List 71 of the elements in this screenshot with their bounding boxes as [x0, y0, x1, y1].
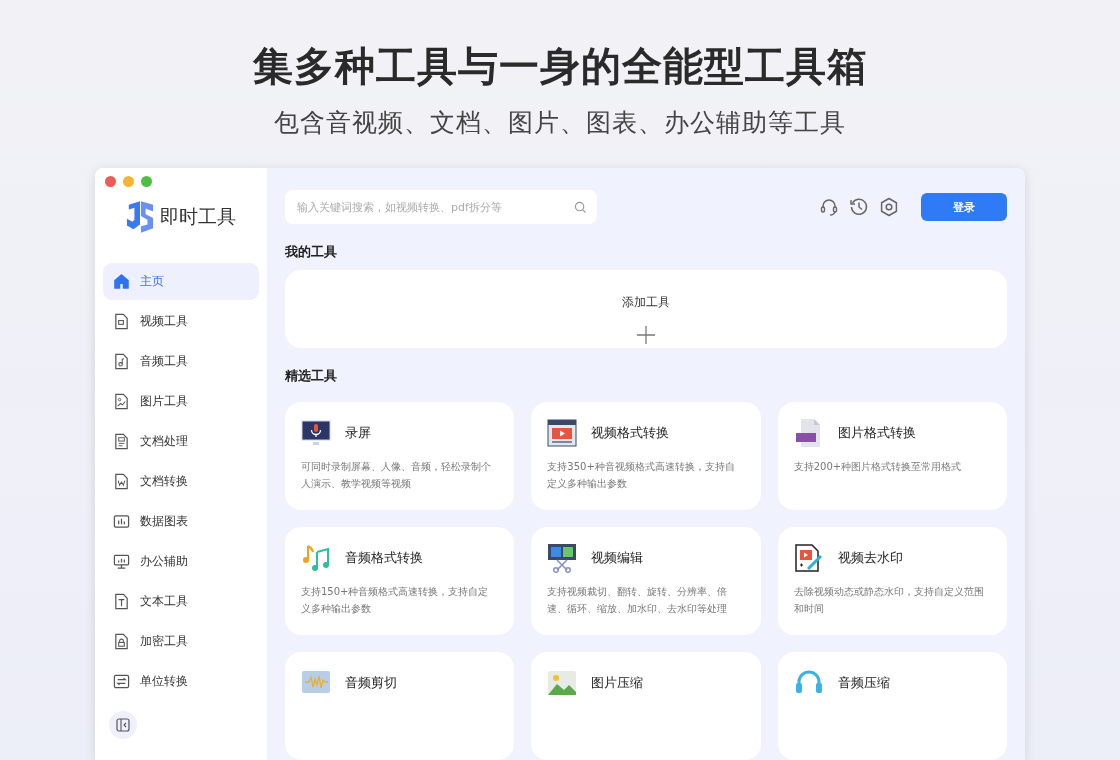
- sidebar-item[interactable]: 文档处理: [103, 423, 259, 460]
- tool-description: 支持视频裁切、翻转、旋转、分辨率、倍速、循环、缩放、加水印、去水印等处理: [547, 585, 729, 616]
- tool-title: 视频去水印: [837, 549, 903, 567]
- screen-recorder-icon: [301, 418, 331, 448]
- document-icon: [113, 393, 130, 410]
- tool-card[interactable]: 视频格式转换 支持350+种音视频格式高速转换，支持自定义多种输出参数: [531, 402, 761, 510]
- film-scissors-icon: [547, 543, 578, 573]
- document-icon: [113, 313, 130, 330]
- tool-description: 支持350+种音视频格式高速转换，支持自定义多种输出参数: [547, 460, 736, 491]
- settings-icon[interactable]: [879, 197, 899, 217]
- history-icon[interactable]: [849, 197, 869, 217]
- tool-title: 图片压缩: [591, 674, 644, 692]
- sidebar-item[interactable]: 办公辅助: [103, 543, 259, 580]
- swap-icon: [113, 673, 130, 690]
- search-icon: [574, 200, 587, 214]
- maximize-icon[interactable]: [141, 176, 152, 187]
- chart-icon: [113, 513, 130, 530]
- music-notes-icon: [301, 543, 331, 573]
- sidebar-item[interactable]: 文本工具: [103, 583, 259, 620]
- plus-icon: [636, 325, 656, 345]
- tool-title: 图片格式转换: [837, 424, 916, 442]
- image-icon: [547, 668, 578, 698]
- tool-title: 视频编辑: [591, 549, 644, 567]
- sidebar-toggle-icon: [116, 718, 130, 732]
- sidebar-item[interactable]: 主页: [103, 263, 259, 300]
- tool-title: 视频格式转换: [591, 424, 670, 442]
- sidebar-item[interactable]: 加密工具: [103, 623, 259, 660]
- sidebar-item[interactable]: 单位转换: [103, 663, 259, 700]
- login-button[interactable]: 登录: [921, 193, 1007, 221]
- tool-title: 音频格式转换: [345, 549, 423, 567]
- add-tool-label: 添加工具: [622, 294, 670, 311]
- home-icon: [113, 273, 130, 290]
- tool-card[interactable]: 音频压缩: [777, 652, 1007, 760]
- tool-description: 可同时录制屏幕、人像、音频，轻松录制个人演示、教学视频等视频: [301, 460, 492, 491]
- app-name: 即时工具: [160, 204, 236, 229]
- monitor-icon: [113, 553, 130, 570]
- sidebar-item[interactable]: 文档转换: [103, 463, 259, 500]
- logo-icon: [126, 201, 154, 233]
- tool-title: 音频压缩: [837, 674, 890, 692]
- section-heading: 我的工具: [285, 244, 338, 260]
- tool-description: 支持150+种音频格式高速转换，支持自定义多种输出参数: [301, 585, 490, 616]
- tool-description: 去除视频动态或静态水印，支持自定义范围和时间: [793, 585, 985, 616]
- tool-card[interactable]: 音频格式转换 支持150+种音频格式高速转换，支持自定义多种输出参数: [285, 527, 515, 635]
- tool-card[interactable]: 图片压缩: [531, 652, 761, 760]
- headline: 集多种工具与一身的全能型工具箱: [252, 42, 868, 91]
- headset-icon[interactable]: [819, 197, 839, 217]
- sidebar-item[interactable]: 音频工具: [103, 343, 259, 380]
- tool-description: 支持200+种图片格式转换至常用格式: [793, 460, 963, 474]
- sidebar-item[interactable]: 数据图表: [103, 503, 259, 540]
- tool-card[interactable]: 音频剪切: [285, 652, 515, 760]
- document-icon: [113, 633, 130, 650]
- tool-card[interactable]: 视频编辑 支持视频裁切、翻转、旋转、分辨率、倍速、循环、缩放、加水印、去水印等处理: [531, 527, 761, 635]
- section-heading: 精选工具: [285, 368, 338, 384]
- document-icon: [113, 433, 130, 450]
- document-icon: [113, 473, 130, 490]
- document-icon: [113, 593, 130, 610]
- close-icon[interactable]: [105, 176, 116, 187]
- tool-title: 录屏: [345, 424, 371, 442]
- collapse-sidebar-button[interactable]: [109, 711, 137, 739]
- video-player-icon: [547, 418, 578, 448]
- add-tool-card[interactable]: 添加工具: [285, 270, 1007, 348]
- search-field[interactable]: 输入关键词搜索，如视频转换、pdf拆分等: [285, 190, 597, 224]
- video-file-icon: [793, 543, 824, 573]
- tool-title: 音频剪切: [345, 674, 397, 692]
- sidebar-item[interactable]: 图片工具: [103, 383, 259, 420]
- document-icon: [113, 353, 130, 370]
- subheadline: 包含音视频、文档、图片、图表、办公辅助等工具: [274, 107, 846, 139]
- tool-card[interactable]: 视频去水印 去除视频动态或静态水印，支持自定义范围和时间: [777, 527, 1007, 635]
- sidebar-item[interactable]: 视频工具: [103, 303, 259, 340]
- tool-card[interactable]: 录屏 可同时录制屏幕、人像、音频，轻松录制个人演示、教学视频等视频: [285, 402, 515, 510]
- tool-card[interactable]: 图片格式转换 支持200+种图片格式转换至常用格式: [777, 402, 1007, 510]
